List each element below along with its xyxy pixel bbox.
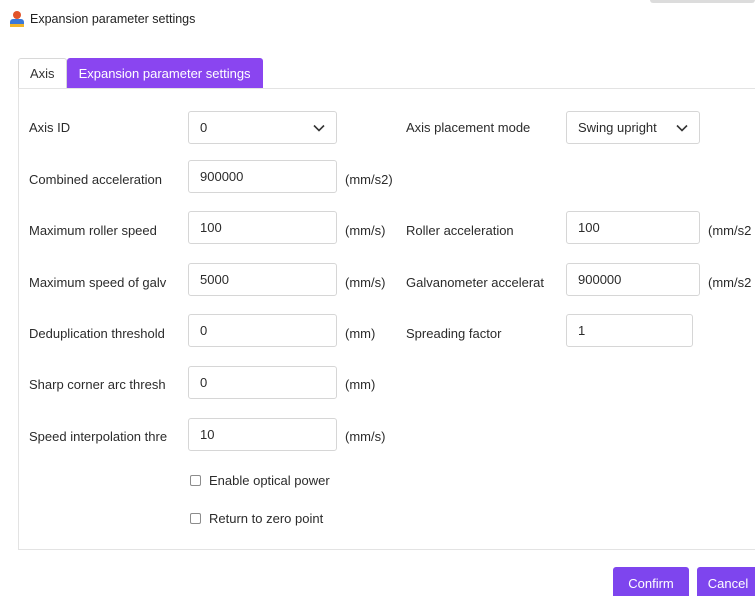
combined-acceleration-label: Combined acceleration [29, 172, 162, 187]
axis-placement-mode-label: Axis placement mode [406, 120, 531, 135]
title-bar: Expansion parameter settings [10, 8, 195, 30]
deduplication-threshold-unit: (mm) [345, 326, 376, 341]
deduplication-threshold-input[interactable] [188, 314, 337, 347]
tab-axis[interactable]: Axis [18, 58, 67, 88]
max-roller-speed-input[interactable] [188, 211, 337, 244]
axis-placement-mode-value: Swing upright [578, 120, 657, 135]
app-icon [10, 11, 24, 27]
max-speed-galv-input[interactable] [188, 263, 337, 296]
speed-interpolation-threshold-label: Speed interpolation thre [29, 429, 168, 444]
tab-bar: Axis Expansion parameter settings [18, 58, 263, 88]
enable-optical-power-label: Enable optical power [209, 473, 330, 488]
tab-expansion-parameter-settings[interactable]: Expansion parameter settings [66, 58, 263, 88]
sharp-corner-arc-threshold-input[interactable] [188, 366, 337, 399]
max-speed-galv-label: Maximum speed of galv [29, 275, 167, 290]
roller-acceleration-input[interactable] [566, 211, 700, 244]
galvanometer-acceleration-label: Galvanometer accelerat [406, 275, 545, 290]
confirm-button[interactable]: Confirm [613, 567, 689, 596]
axis-id-value: 0 [200, 120, 208, 135]
speed-interpolation-threshold-input[interactable] [188, 418, 337, 451]
combined-acceleration-unit: (mm/s2) [345, 172, 393, 187]
axis-id-select[interactable]: 0 [188, 111, 337, 144]
max-speed-galv-unit: (mm/s) [345, 275, 386, 290]
settings-panel: Axis ID 0 Axis placement mode Swing upri… [18, 88, 755, 550]
chevron-down-icon [675, 123, 689, 133]
enable-optical-power-option[interactable]: Enable optical power [190, 473, 340, 488]
spreading-factor-label: Spreading factor [406, 326, 502, 341]
chevron-down-icon [312, 123, 326, 133]
axis-id-label: Axis ID [29, 120, 71, 135]
return-to-zero-option[interactable]: Return to zero point [190, 511, 340, 526]
combined-acceleration-input[interactable] [188, 160, 337, 193]
cancel-button[interactable]: Cancel [697, 567, 755, 596]
deduplication-threshold-label: Deduplication threshold [29, 326, 165, 341]
max-roller-speed-unit: (mm/s) [345, 223, 386, 238]
spreading-factor-input[interactable] [566, 314, 693, 347]
galvanometer-acceleration-input[interactable] [566, 263, 700, 296]
roller-acceleration-label: Roller acceleration [406, 223, 514, 238]
speed-interpolation-threshold-unit: (mm/s) [345, 429, 386, 444]
window-title: Expansion parameter settings [30, 12, 196, 26]
titlebar-decoration [650, 0, 755, 3]
enable-optical-power-checkbox[interactable] [190, 475, 201, 486]
dialog-window: Expansion parameter settings Axis Expans… [0, 0, 755, 596]
roller-acceleration-unit: (mm/s2 [708, 223, 752, 238]
galvanometer-acceleration-unit: (mm/s2 [708, 275, 752, 290]
max-roller-speed-label: Maximum roller speed [29, 223, 157, 238]
axis-placement-mode-select[interactable]: Swing upright [566, 111, 700, 144]
return-to-zero-checkbox[interactable] [190, 513, 201, 524]
sharp-corner-arc-threshold-label: Sharp corner arc thresh [29, 377, 166, 392]
sharp-corner-arc-threshold-unit: (mm) [345, 377, 376, 392]
return-to-zero-label: Return to zero point [209, 511, 324, 526]
